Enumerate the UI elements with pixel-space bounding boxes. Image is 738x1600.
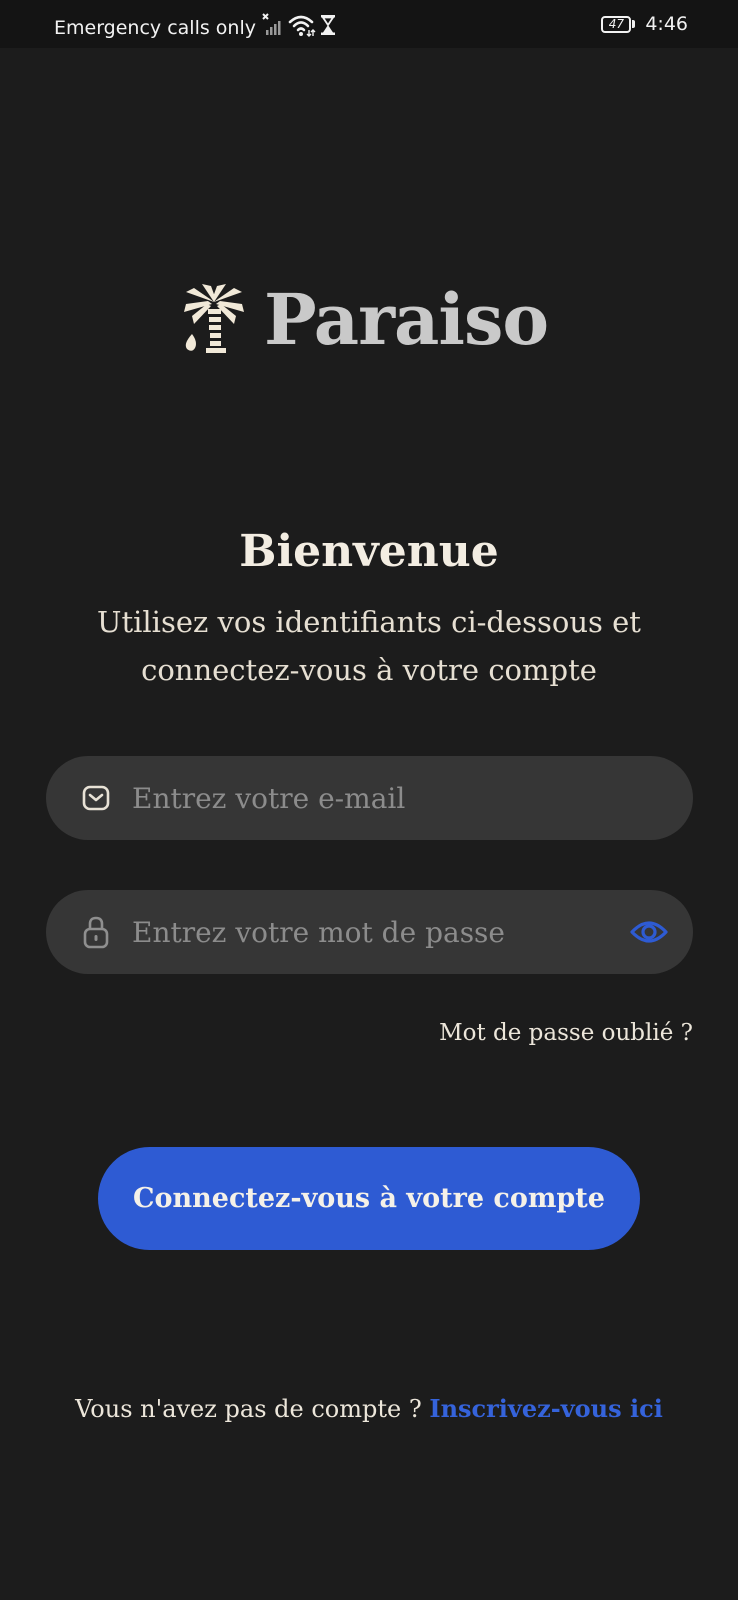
welcome-subtitle: Utilisez vos identifiants ci-dessous et …	[97, 605, 641, 687]
no-signal-icon	[262, 13, 284, 42]
eye-icon[interactable]	[629, 912, 669, 952]
lock-icon	[80, 916, 112, 949]
signup-prompt-line: Vous n'avez pas de compte ? Inscrivez-vo…	[0, 1394, 738, 1423]
carrier-text: Emergency calls only	[54, 16, 256, 39]
signup-link[interactable]: Inscrivez-vous ici	[429, 1394, 662, 1423]
battery-icon: 47	[601, 15, 636, 33]
hourglass-icon	[320, 14, 336, 41]
password-field[interactable]	[46, 890, 693, 974]
email-input[interactable]	[132, 781, 693, 815]
password-input[interactable]	[132, 915, 629, 949]
brand-name: Paraiso	[264, 278, 549, 361]
battery-level: 47	[601, 15, 632, 33]
email-field[interactable]	[46, 756, 693, 840]
status-time: 4:46	[645, 13, 688, 35]
mail-icon	[80, 782, 112, 814]
status-right: 47 4:46	[601, 13, 688, 35]
login-button[interactable]: Connectez-vous à votre compte	[98, 1147, 640, 1250]
status-left: Emergency calls only	[54, 13, 336, 42]
forgot-password-link[interactable]: Mot de passe oublié ?	[439, 1020, 693, 1046]
palm-tree-icon	[180, 282, 248, 358]
battery-tip	[632, 20, 636, 28]
status-bar: Emergency calls only 47 4:46	[0, 0, 738, 48]
signup-prompt: Vous n'avez pas de compte ?	[75, 1395, 422, 1423]
welcome-title: Bienvenue	[239, 526, 499, 577]
brand-logo: Paraiso	[180, 278, 549, 361]
wifi-icon	[288, 13, 316, 42]
